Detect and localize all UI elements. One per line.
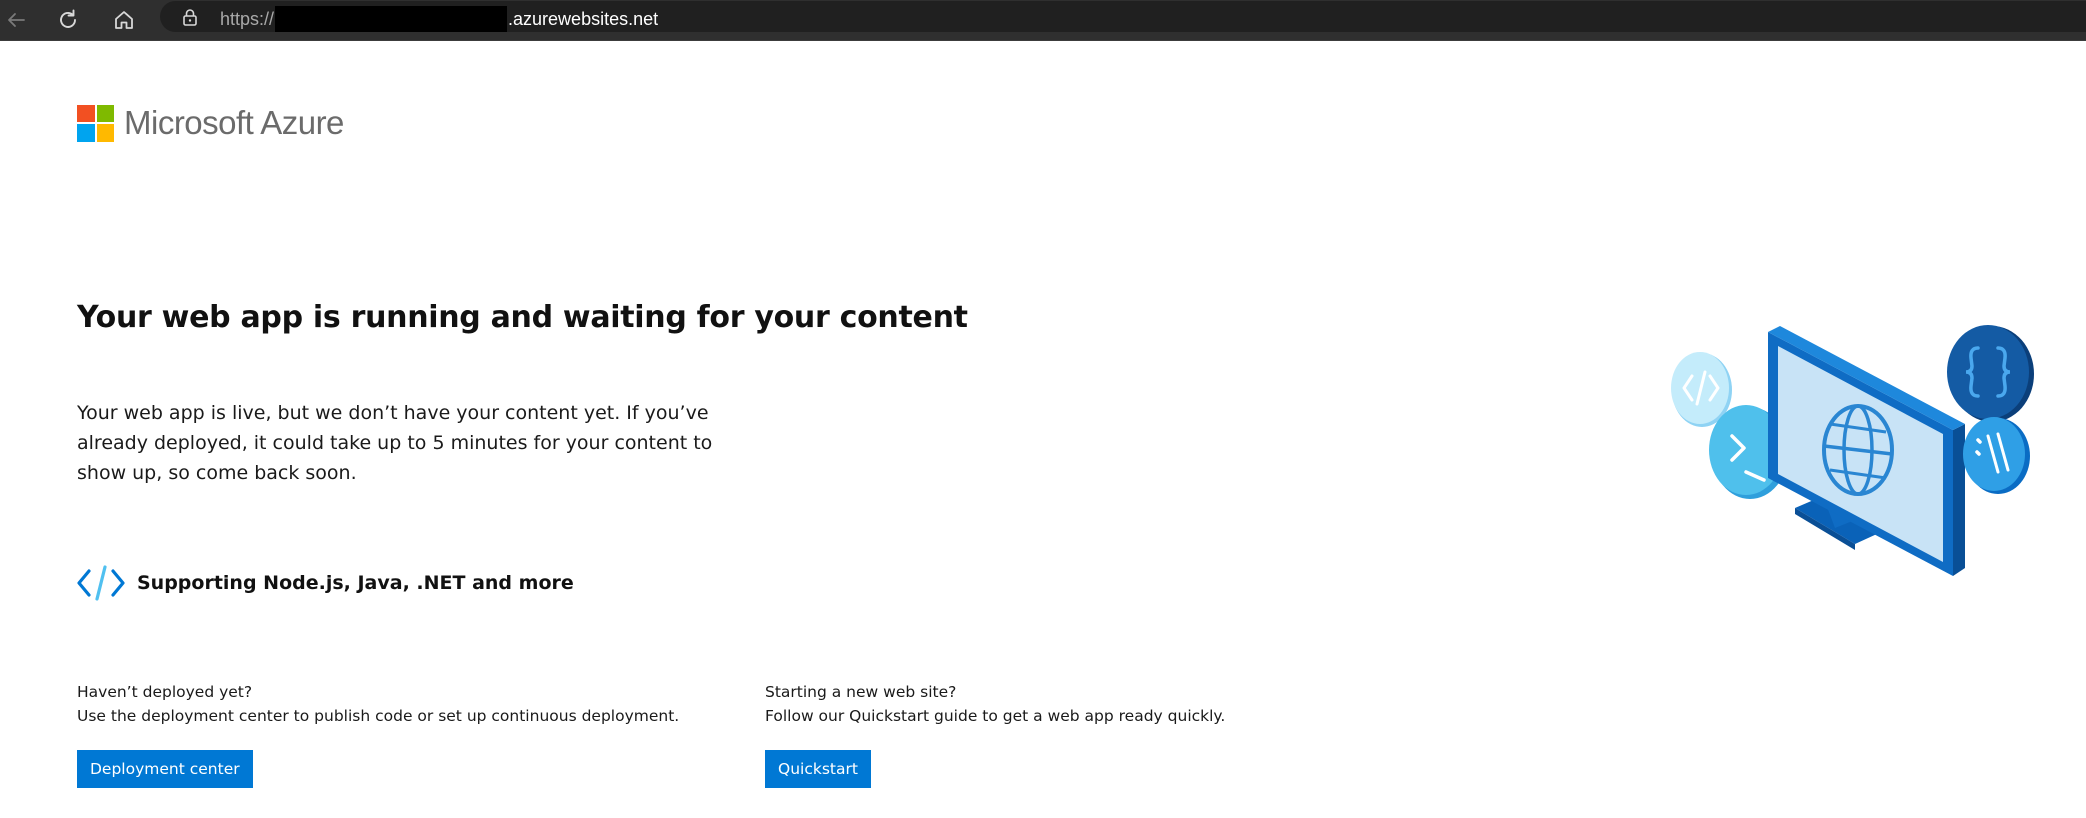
quickstart-heading: Starting a new web site?	[765, 683, 957, 701]
url-domain: .azurewebsites.net	[508, 9, 659, 29]
refresh-icon	[60, 9, 76, 28]
url-redacted-segment	[275, 6, 508, 32]
code-icon	[77, 565, 125, 601]
logo-square-green	[96, 104, 114, 122]
quickstart-cta: Starting a new web site? Follow our Quic…	[765, 680, 1226, 788]
back-button[interactable]	[0, 4, 32, 36]
logo-square-red	[77, 104, 95, 122]
deployment-center-button[interactable]: Deployment center	[77, 750, 253, 788]
web-app-illustration	[1671, 325, 2034, 576]
support-text: Supporting Node.js, Java, .NET and more	[137, 572, 574, 594]
logo-square-blue	[77, 124, 95, 142]
intro-paragraph: Your web app is live, but we don’t have …	[77, 402, 713, 484]
deploy-heading: Haven’t deployed yet?	[77, 683, 253, 701]
page-title: Your web app is running and waiting for …	[77, 300, 968, 335]
slashes-bubble-icon	[1963, 417, 2030, 494]
brand-name: Microsoft Azure	[124, 104, 344, 141]
deploy-body: Use the deployment center to publish cod…	[77, 707, 680, 725]
deploy-cta: Haven’t deployed yet? Use the deployment…	[77, 680, 680, 788]
support-row: Supporting Node.js, Java, .NET and more	[77, 564, 574, 602]
home-button[interactable]	[108, 4, 140, 36]
browser-toolbar: https:// .azurewebsites.net	[0, 0, 2086, 41]
microsoft-logo-icon	[77, 104, 114, 142]
braces-bubble-icon	[1947, 325, 2034, 422]
url-scheme: https://	[220, 9, 275, 29]
logo-square-yellow	[96, 124, 114, 142]
quickstart-button[interactable]: Quickstart	[765, 750, 871, 788]
quickstart-body: Follow our Quickstart guide to get a web…	[765, 707, 1226, 725]
home-icon	[115, 11, 133, 29]
address-bar[interactable]: https:// .azurewebsites.net	[160, 1, 2086, 32]
microsoft-azure-logo: Microsoft Azure	[77, 104, 344, 142]
lock-icon	[183, 9, 197, 26]
refresh-button[interactable]	[52, 4, 84, 36]
url-text: https:// .azurewebsites.net	[220, 6, 658, 32]
arrow-left-icon	[8, 13, 25, 27]
